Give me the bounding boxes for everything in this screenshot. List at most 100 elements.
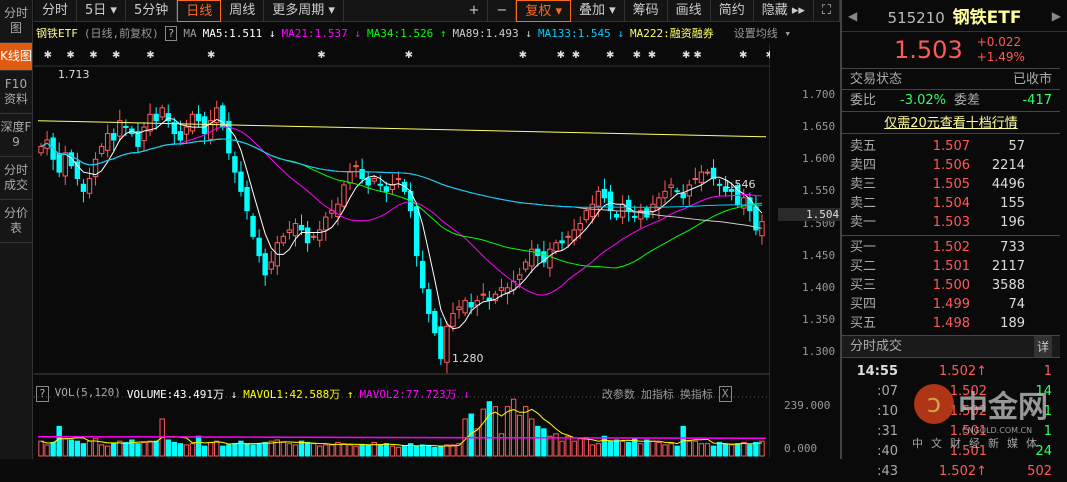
volume-bar bbox=[153, 440, 159, 457]
tab-trades[interactable]: 分时成交 bbox=[0, 157, 32, 200]
volume-bar bbox=[341, 443, 347, 457]
volume-bar bbox=[565, 435, 571, 457]
volume-bar bbox=[704, 443, 711, 457]
volume-help-icon[interactable]: ? bbox=[36, 386, 49, 402]
event-marker-icon[interactable]: ✱ bbox=[606, 50, 614, 61]
event-marker-icon[interactable]: ✱ bbox=[557, 50, 565, 61]
period-5day[interactable]: 5日 ▾ bbox=[77, 0, 126, 22]
trade-row: :43 1.502↑ 502 bbox=[842, 462, 1067, 482]
volume-bar bbox=[135, 443, 141, 457]
hide-button[interactable]: 隐藏 ▸▸ bbox=[754, 0, 814, 22]
volume-bar bbox=[698, 443, 705, 457]
period-5min[interactable]: 5分钟 bbox=[126, 0, 178, 22]
volume-bar bbox=[141, 441, 147, 457]
trade-volume: 24 bbox=[1035, 444, 1052, 459]
zoom-in-button[interactable]: + bbox=[461, 0, 489, 22]
event-marker-icon[interactable]: ✱ bbox=[519, 50, 527, 61]
event-marker-icon[interactable]: ✱ bbox=[766, 50, 770, 61]
volume-bar bbox=[189, 443, 196, 457]
edit-params-button[interactable]: 改参数 bbox=[602, 386, 635, 402]
volume-bar bbox=[413, 445, 420, 457]
volume-bar bbox=[353, 445, 359, 457]
adjust-button[interactable]: 复权 ▾ bbox=[516, 0, 571, 22]
help-icon[interactable]: ? bbox=[164, 25, 178, 41]
volume-bar bbox=[444, 444, 450, 457]
fullscreen-icon[interactable]: ⛶ bbox=[814, 0, 840, 22]
event-marker-icon[interactable]: ✱ bbox=[66, 50, 74, 61]
event-marker-icon[interactable]: ✱ bbox=[207, 50, 215, 61]
trades-detail-button[interactable]: 详 bbox=[1033, 336, 1052, 357]
candle bbox=[62, 145, 68, 185]
period-more[interactable]: 更多周期 ▾ bbox=[264, 0, 344, 22]
simple-button[interactable]: 简约 bbox=[711, 0, 754, 22]
price-tick-label: 1.350 bbox=[802, 312, 836, 326]
overlay-button[interactable]: 叠加 ▾ bbox=[571, 0, 625, 22]
volume-bar bbox=[347, 444, 353, 457]
period-intraday[interactable]: 分时 bbox=[34, 0, 78, 22]
tab-intraday[interactable]: 分时图 bbox=[0, 0, 32, 43]
volume-bar bbox=[492, 406, 499, 457]
candle bbox=[704, 168, 711, 176]
bid-volume: 733 bbox=[1000, 240, 1025, 255]
trade-price: 1.501 bbox=[949, 424, 987, 439]
zoom-out-button[interactable]: − bbox=[488, 0, 517, 22]
event-marker-icon[interactable]: ✱ bbox=[112, 50, 120, 61]
event-marker-icon[interactable]: ✱ bbox=[633, 50, 641, 61]
tab-kline[interactable]: K线图 bbox=[0, 43, 32, 71]
period-weekly[interactable]: 周线 bbox=[221, 0, 265, 22]
volume-bar bbox=[650, 440, 656, 457]
bid-price: 1.500 bbox=[932, 278, 970, 293]
event-marker-icon[interactable]: ✱ bbox=[693, 50, 701, 61]
prev-security-icon[interactable]: ◀ bbox=[848, 9, 857, 23]
trade-price: 1.502↑ bbox=[938, 464, 987, 479]
event-marker-icon[interactable]: ✱ bbox=[146, 50, 154, 61]
event-marker-icon[interactable]: ✱ bbox=[572, 50, 580, 61]
candle bbox=[619, 195, 626, 225]
event-marker-icon[interactable]: ✱ bbox=[739, 50, 747, 61]
add-indicator-button[interactable]: 加指标 bbox=[641, 386, 674, 402]
tab-depth[interactable]: 深度F9 bbox=[0, 114, 32, 157]
event-marker-icon[interactable]: ✱ bbox=[682, 50, 690, 61]
next-security-icon[interactable]: ▶ bbox=[1052, 9, 1061, 23]
tab-price-dist[interactable]: 分价表 bbox=[0, 200, 32, 243]
event-marker-icon[interactable]: ✱ bbox=[405, 50, 413, 61]
ask-row: 卖五 1.507 57 bbox=[842, 137, 1060, 156]
ma-settings-button[interactable]: 设置均线 ▾ bbox=[734, 25, 791, 41]
event-marker-icon[interactable]: ✱ bbox=[317, 50, 325, 61]
draw-button[interactable]: 画线 bbox=[668, 0, 711, 22]
price-tick-label: 1.600 bbox=[802, 152, 836, 166]
volume-bar bbox=[123, 441, 129, 457]
trade-price: 1.502↑ bbox=[938, 364, 987, 379]
candle bbox=[632, 205, 638, 223]
volume-bar bbox=[104, 445, 111, 457]
event-marker-icon[interactable]: ✱ bbox=[648, 50, 656, 61]
trade-volume: 1 bbox=[1043, 404, 1052, 419]
ma89-value: MA89:1.493 ↓ bbox=[452, 26, 532, 40]
candle bbox=[698, 165, 705, 192]
candle bbox=[256, 229, 262, 263]
candle bbox=[207, 109, 214, 145]
candle bbox=[98, 143, 105, 157]
bid-row: 买五 1.498 189 bbox=[842, 314, 1060, 333]
event-marker-icon[interactable]: ✱ bbox=[44, 50, 52, 61]
ratio-label: 委比 bbox=[850, 93, 877, 108]
candle bbox=[74, 152, 81, 186]
candle bbox=[165, 104, 171, 128]
chips-button[interactable]: 筹码 bbox=[625, 0, 668, 22]
period-daily[interactable]: 日线 bbox=[177, 0, 222, 22]
ask-level: 卖一 bbox=[850, 215, 877, 230]
trades-list: 14:55 1.502↑ 1:07 1.502 14:10 1.502 1:31 1.501 1… bbox=[842, 358, 1067, 482]
level2-promo-link[interactable]: 仅需20元查看十档行情 bbox=[884, 116, 1018, 131]
candle bbox=[492, 290, 499, 304]
tab-f10[interactable]: F10资料 bbox=[0, 71, 32, 114]
volume-bar bbox=[183, 444, 190, 457]
switch-indicator-button[interactable]: 换指标 bbox=[680, 386, 713, 402]
volume-bar bbox=[716, 441, 723, 457]
candle bbox=[353, 160, 359, 178]
event-marker-icon[interactable]: ✱ bbox=[89, 50, 97, 61]
candle bbox=[135, 122, 141, 154]
close-indicator-icon[interactable]: X bbox=[718, 386, 732, 402]
volume-bar bbox=[735, 443, 741, 457]
volume-bar bbox=[317, 445, 323, 457]
ratio-value: -3.02% bbox=[900, 93, 947, 108]
